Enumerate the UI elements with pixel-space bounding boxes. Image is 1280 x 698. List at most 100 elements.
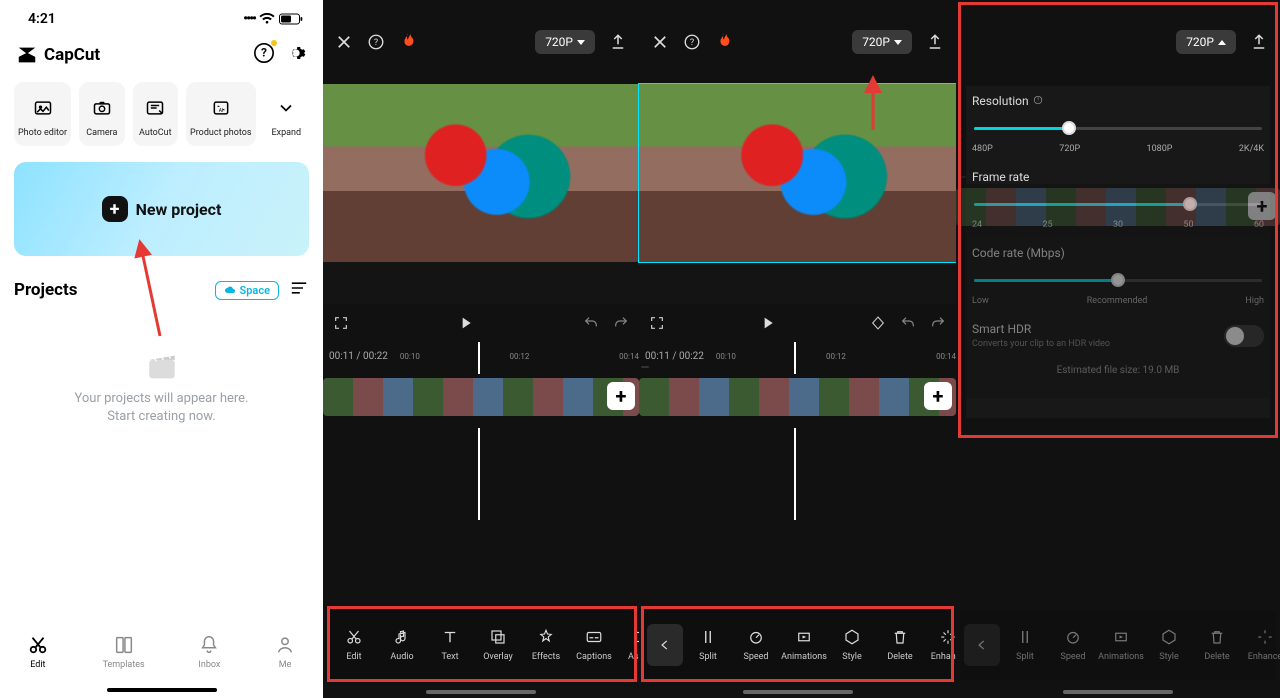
tool-animations[interactable]: Animations — [781, 628, 827, 662]
svg-text:AI: AI — [218, 108, 223, 114]
new-project-button[interactable]: + New project — [14, 162, 309, 256]
keyframe-icon[interactable] — [870, 315, 886, 331]
nav-label: Me — [279, 660, 292, 670]
tool-split[interactable]: Split — [1002, 628, 1048, 662]
plus-icon: + — [102, 196, 128, 222]
editor-topbar: 720P — [956, 0, 1280, 84]
tool-delete[interactable]: Delete — [1194, 628, 1240, 662]
play-icon[interactable] — [458, 315, 474, 331]
flame-icon[interactable] — [399, 33, 415, 51]
transport-bar — [639, 304, 956, 342]
svg-text:?: ? — [261, 46, 267, 60]
brand-name: CapCut — [44, 45, 100, 65]
tool-camera[interactable]: Camera — [79, 82, 124, 146]
capcut-logo-icon — [16, 44, 38, 66]
bottom-nav: Edit Templates Inbox Me — [0, 626, 323, 688]
space-label: Space — [240, 284, 270, 297]
nav-inbox[interactable]: Inbox — [198, 634, 220, 670]
tool-effects[interactable]: Effects — [523, 628, 569, 662]
cell-signal-icon: •••• — [243, 11, 255, 27]
nav-templates[interactable]: Templates — [103, 634, 145, 670]
playhead[interactable] — [478, 342, 480, 520]
cloud-space-button[interactable]: Space — [215, 281, 279, 300]
tool-edit[interactable]: Edit — [331, 628, 377, 662]
toolbar-back-button[interactable] — [647, 624, 683, 666]
tool-animations[interactable]: Animations — [1098, 628, 1144, 662]
close-icon[interactable] — [651, 33, 669, 51]
settings-gear-icon[interactable] — [285, 42, 307, 68]
editor-panel-3: 720P Resolution ? 480P 720P 1080P 2K/4K … — [956, 0, 1280, 698]
nav-me[interactable]: Me — [274, 634, 296, 670]
home-indicator — [426, 690, 536, 694]
nav-label: Templates — [103, 660, 145, 670]
export-icon[interactable] — [1250, 33, 1268, 51]
redo-icon[interactable] — [930, 315, 946, 331]
caret-down-icon — [894, 40, 902, 45]
camera-icon — [92, 98, 112, 118]
play-icon[interactable] — [760, 315, 776, 331]
help-icon[interactable]: ? — [683, 33, 701, 51]
projects-heading: Projects — [14, 280, 77, 300]
resolution-slider[interactable] — [974, 118, 1262, 138]
video-preview[interactable] — [323, 84, 639, 262]
sort-icon[interactable] — [289, 280, 309, 300]
video-preview[interactable] — [639, 84, 956, 262]
export-icon[interactable] — [926, 33, 944, 51]
nav-edit[interactable]: Edit — [27, 634, 49, 670]
toolbar-back-button[interactable] — [964, 624, 1000, 666]
nav-label: Inbox — [198, 660, 220, 670]
flame-icon[interactable] — [715, 33, 731, 51]
redo-icon[interactable] — [613, 315, 629, 331]
app-brand: CapCut — [16, 44, 100, 66]
tool-style[interactable]: Style — [829, 628, 875, 662]
product-photos-icon: AI — [211, 98, 231, 118]
home-panel: 4:21 •••• CapCut ? — [0, 0, 323, 698]
resolution-pill[interactable]: 720P — [852, 30, 912, 54]
wifi-icon — [259, 13, 275, 25]
tool-delete[interactable]: Delete — [877, 628, 923, 662]
tool-speed[interactable]: Speed — [1050, 628, 1096, 662]
tool-overlay[interactable]: Overlay — [475, 628, 521, 662]
tool-photo-editor[interactable]: Photo editor — [14, 82, 71, 146]
close-icon[interactable] — [335, 33, 353, 51]
tool-captions[interactable]: Captions — [571, 628, 617, 662]
add-clip-button[interactable]: + — [607, 382, 635, 410]
tool-split[interactable]: Split — [685, 628, 731, 662]
tool-enhance[interactable]: Enhance — [1242, 628, 1280, 662]
time-ruler[interactable]: 00:11 / 00:22 00:1000:1200:14 — [323, 342, 639, 370]
timeline-clip[interactable]: + — [323, 374, 639, 428]
tool-speed[interactable]: Speed — [733, 628, 779, 662]
tool-autocut[interactable]: AutoCut — [133, 82, 178, 146]
add-clip-button[interactable]: + — [924, 382, 952, 410]
tool-text[interactable]: Text — [427, 628, 473, 662]
timeline-clip[interactable]: + — [956, 184, 1280, 238]
resolution-pill[interactable]: 720P — [535, 30, 595, 54]
status-time: 4:21 — [28, 11, 56, 27]
caret-up-icon — [1218, 40, 1226, 45]
empty-projects: Your projects will appear here. Start cr… — [0, 300, 323, 626]
tool-audio[interactable]: Audio — [379, 628, 425, 662]
playhead[interactable] — [794, 342, 796, 520]
undo-icon[interactable] — [900, 315, 916, 331]
tool-product-photos[interactable]: AI Product photos — [186, 82, 255, 146]
export-icon[interactable] — [609, 33, 627, 51]
fullscreen-icon[interactable] — [649, 315, 665, 331]
bell-icon — [198, 634, 220, 656]
resolution-pill[interactable]: 720P — [1176, 30, 1236, 54]
undo-icon[interactable] — [583, 315, 599, 331]
tool-style[interactable]: Style — [1146, 628, 1192, 662]
time-ruler[interactable]: 00:11 / 00:22 00:1000:1200:14 — [639, 342, 956, 370]
help-icon[interactable]: ? — [367, 33, 385, 51]
timeline-clip[interactable]: + — [639, 374, 956, 428]
projects-header: Projects Space — [0, 256, 323, 300]
home-indicator — [107, 688, 217, 692]
fullscreen-icon[interactable] — [333, 315, 349, 331]
scissors-icon — [27, 634, 49, 656]
empty-line1: Your projects will appear here. — [75, 391, 249, 406]
home-indicator — [743, 690, 853, 694]
tool-expand[interactable]: Expand — [264, 82, 309, 146]
add-clip-button[interactable]: + — [1248, 192, 1276, 220]
info-icon[interactable]: ? — [1033, 94, 1043, 108]
help-icon[interactable]: ? — [253, 42, 275, 68]
tool-label: Product photos — [190, 128, 251, 138]
